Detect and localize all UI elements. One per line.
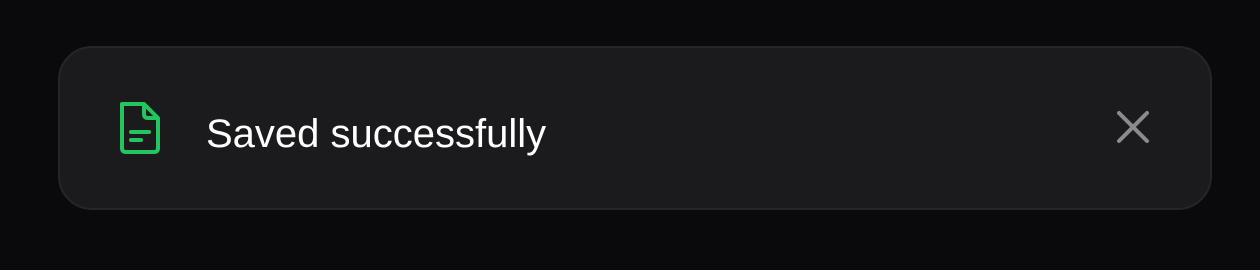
page: Saved successfully [0,0,1260,270]
close-icon [1117,111,1149,143]
document-icon [116,100,164,156]
close-button[interactable] [1110,104,1156,150]
success-toast: Saved successfully [58,46,1212,210]
toast-message: Saved successfully [206,112,547,156]
